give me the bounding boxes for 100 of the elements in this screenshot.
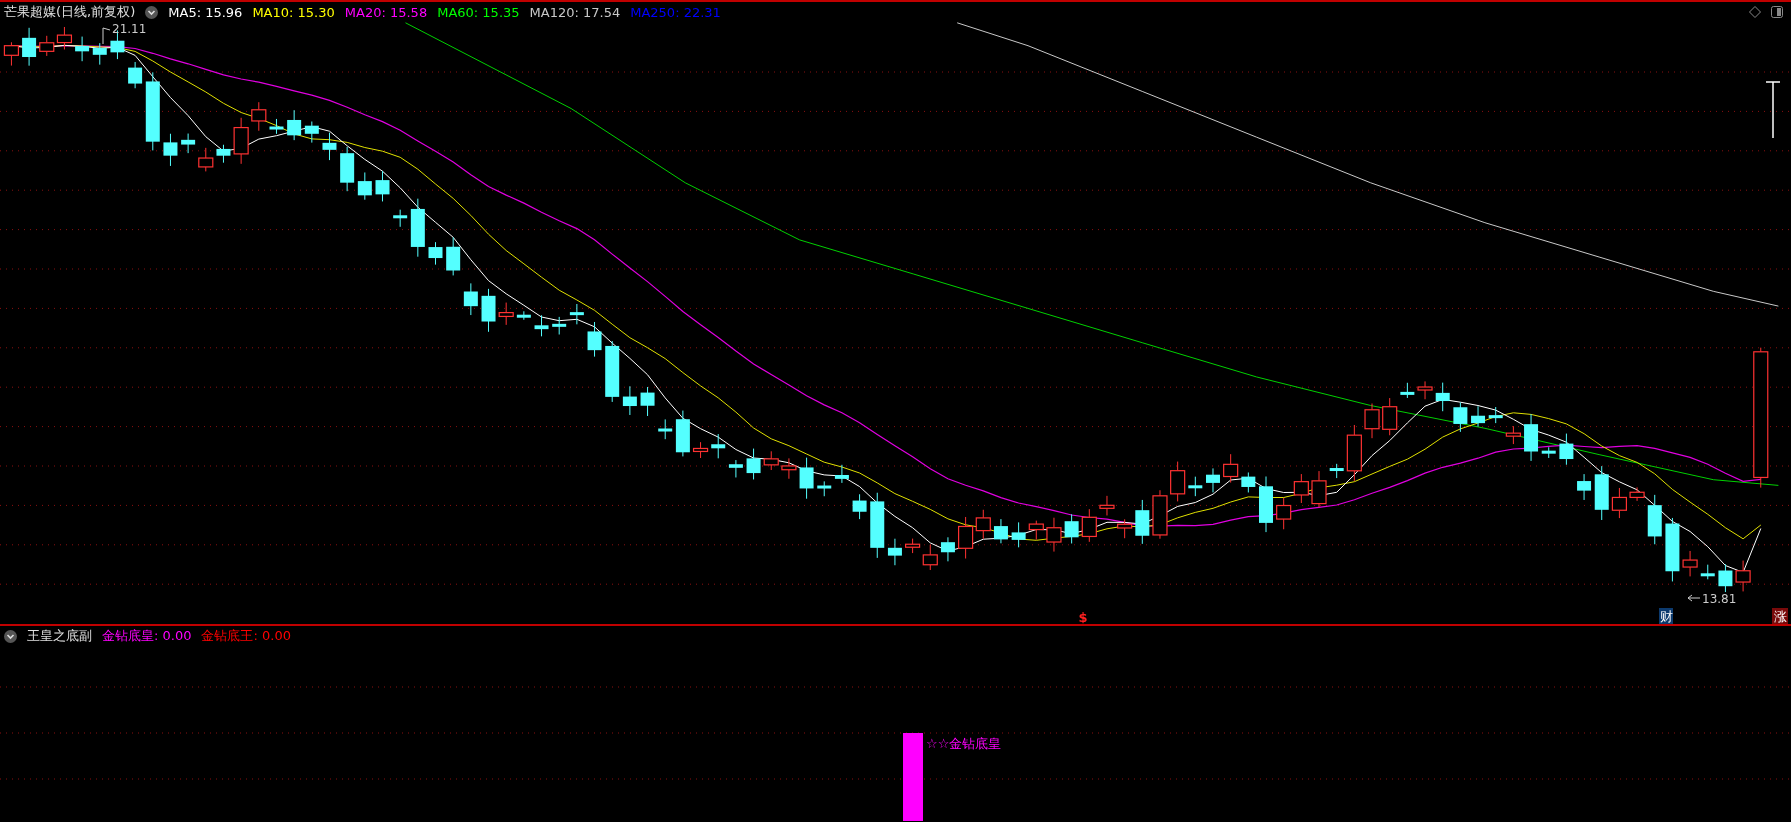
indicator-value: 金钻底皇: 0.00	[102, 627, 192, 645]
candlestick	[375, 170, 390, 202]
panel-toggle-icon[interactable]	[1771, 6, 1783, 18]
candlestick	[251, 101, 267, 132]
candlestick	[1505, 425, 1521, 445]
high-price-label: 21.11	[112, 22, 147, 36]
candlestick	[658, 418, 673, 440]
candlestick	[1064, 513, 1079, 544]
arrow-icon	[1687, 594, 1701, 602]
candlestick	[1081, 508, 1097, 543]
indicator-value: 金钻底王: 0.00	[201, 627, 291, 645]
dropdown-icon[interactable]	[4, 629, 17, 643]
candlestick	[92, 42, 107, 66]
candlestick	[587, 321, 602, 358]
candlestick	[198, 147, 214, 172]
candlestick	[1453, 401, 1468, 433]
candlestick	[1682, 550, 1698, 577]
candlestick	[340, 146, 355, 192]
candlestick	[1117, 518, 1133, 539]
candlestick	[1223, 453, 1239, 484]
candlestick	[1276, 497, 1292, 530]
candlestick	[887, 538, 902, 566]
candlestick	[1541, 446, 1556, 459]
candlestick	[39, 35, 55, 57]
candlestick	[1241, 471, 1256, 493]
candlestick	[357, 171, 372, 201]
candlestick	[746, 448, 761, 480]
candlestick	[1346, 424, 1362, 482]
candlestick	[287, 109, 302, 141]
candlestick	[56, 26, 73, 50]
candlestick	[622, 385, 637, 416]
candlestick	[1028, 520, 1044, 541]
candlestick	[1099, 495, 1115, 516]
candlestick	[728, 459, 743, 478]
low-price-label: 13.81	[1702, 592, 1737, 606]
candlestick	[1577, 473, 1592, 501]
candlestick	[711, 433, 726, 459]
signal-label: ☆☆金钻底皇	[926, 736, 1002, 751]
candlestick	[269, 118, 284, 135]
candlestick	[181, 133, 196, 154]
candlestick	[22, 27, 37, 67]
candlestick	[410, 198, 425, 258]
candlestick	[958, 516, 974, 560]
dropdown-icon[interactable]	[145, 5, 159, 19]
candlestick	[799, 457, 814, 500]
candlestick	[1206, 467, 1220, 493]
ma-value: MA20: 15.58	[344, 4, 428, 20]
candlestick	[216, 144, 231, 164]
candlestick	[163, 133, 178, 167]
candlestick	[1594, 465, 1609, 521]
candlestick	[1382, 397, 1398, 436]
candlestick	[993, 518, 1008, 544]
candlestick	[1417, 380, 1433, 400]
candlestick	[1647, 494, 1662, 545]
candlestick	[1435, 382, 1450, 412]
candlestick	[1011, 521, 1026, 548]
candlestick	[1700, 564, 1715, 580]
chart-title: 芒果超媒(日线,前复权)	[4, 3, 136, 21]
candlestick	[1718, 563, 1733, 593]
candlestick	[692, 441, 709, 459]
candlestick	[446, 236, 461, 276]
candlestick	[1293, 473, 1309, 504]
ma-value: MA60: 15.35	[437, 4, 520, 20]
candlestick	[817, 480, 832, 497]
candlestick	[1152, 489, 1168, 540]
candlestick	[870, 492, 885, 559]
candlestick	[1735, 560, 1751, 592]
candlestick	[763, 450, 779, 471]
candlestick	[781, 457, 797, 480]
candlestick	[834, 464, 849, 484]
indicator-title: 王皇之底副	[27, 627, 92, 645]
candlestick	[640, 386, 655, 417]
candlestick	[534, 314, 549, 337]
candlestick	[428, 241, 443, 266]
candlestick	[1329, 463, 1344, 479]
candlestick	[605, 340, 620, 403]
ma-value: MA120: 17.54	[529, 4, 621, 20]
candlestick	[940, 536, 955, 562]
candlestick	[1311, 470, 1327, 508]
candlestick	[1471, 405, 1486, 428]
candlestick	[852, 493, 867, 520]
candlestick	[1170, 461, 1186, 502]
vertical-marker-icon	[1765, 81, 1781, 139]
ma-value: MA5: 15.96	[168, 4, 243, 20]
candlestick	[516, 310, 531, 321]
ma-value: MA250: 22.31	[630, 4, 721, 20]
candlestick	[498, 302, 514, 326]
candlestick	[1046, 517, 1062, 553]
candlestick	[322, 132, 337, 161]
candlestick	[552, 316, 567, 335]
candlestick	[675, 410, 690, 457]
candlestick	[304, 121, 319, 144]
flag-icon	[102, 27, 111, 45]
candlestick	[1188, 476, 1203, 497]
candlestick	[1135, 499, 1150, 545]
candlestick	[569, 303, 584, 325]
candlestick	[3, 41, 20, 67]
limit-up-marker[interactable]: 涨	[1772, 608, 1788, 624]
finance-marker[interactable]: 财	[1659, 608, 1673, 624]
candlestick	[975, 509, 991, 540]
